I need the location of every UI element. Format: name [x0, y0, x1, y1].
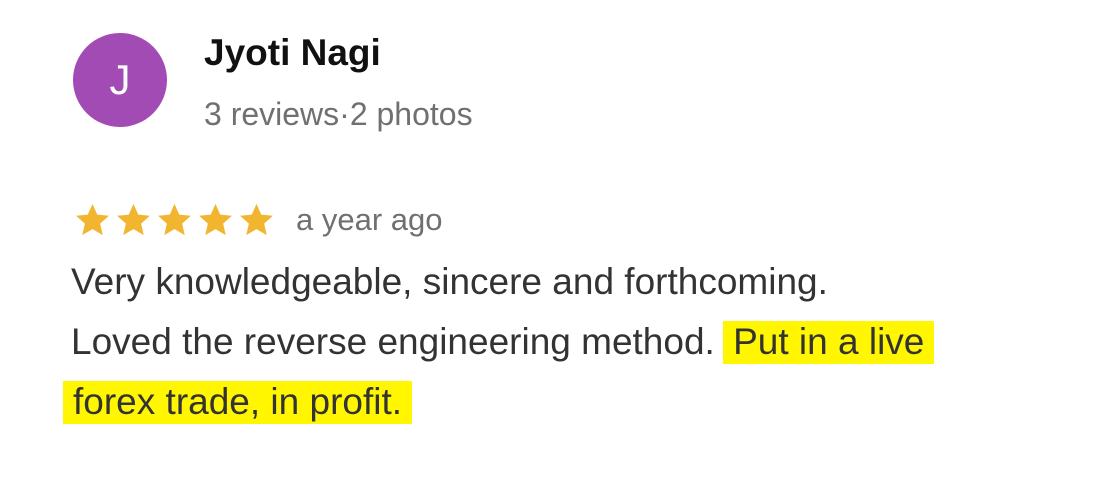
review-text-line: Loved the reverse engineering method. Pu… — [71, 312, 1061, 372]
star-icon — [196, 201, 235, 240]
avatar-initial: J — [109, 56, 131, 103]
star-rating — [73, 201, 276, 240]
review-text-line: Very knowledgeable, sincere and forthcom… — [71, 261, 828, 302]
star-icon — [237, 201, 276, 240]
star-icon — [155, 201, 194, 240]
star-icon — [114, 201, 153, 240]
star-icon — [73, 201, 112, 240]
review-text-highlight: Put in a live — [723, 321, 935, 364]
review-text-plain: Loved the reverse engineering method. — [71, 321, 715, 362]
author-name[interactable]: Jyoti Nagi — [204, 32, 381, 74]
review-text-highlight: forex trade, in profit. — [63, 381, 413, 424]
review-text-line: forex trade, in profit. — [63, 372, 1061, 432]
rating-row: a year ago — [73, 198, 443, 242]
author-meta: 3 reviews·2 photos — [204, 96, 473, 132]
review-text: Very knowledgeable, sincere and forthcom… — [63, 252, 1061, 432]
avatar[interactable]: J — [73, 33, 167, 127]
review-time: a year ago — [296, 202, 443, 237]
